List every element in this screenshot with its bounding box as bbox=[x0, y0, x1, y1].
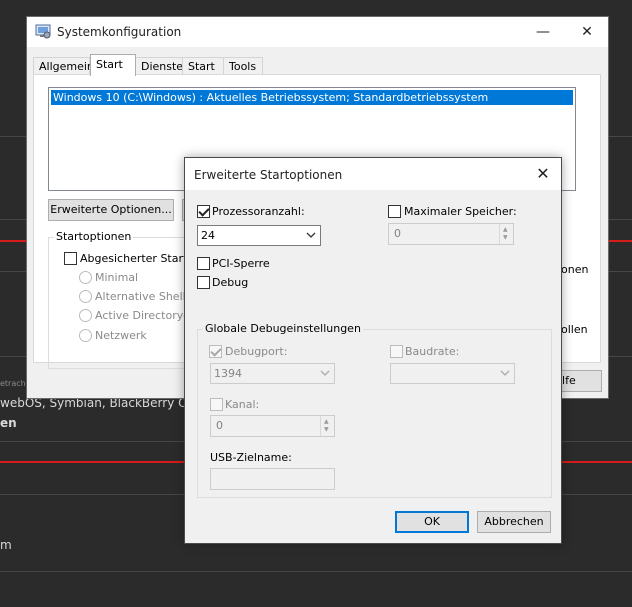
spin-down-icon: ▼ bbox=[324, 426, 329, 433]
pci-lock-checkbox[interactable] bbox=[197, 257, 210, 270]
processor-count-label: Prozessoranzahl: bbox=[212, 205, 305, 218]
processor-count-value: 24 bbox=[201, 229, 215, 242]
chevron-down-icon bbox=[500, 370, 510, 376]
advanced-options-button[interactable]: Erweiterte Optionen... bbox=[48, 199, 174, 221]
baud-rate-checkbox[interactable] bbox=[390, 345, 403, 358]
tab-startup[interactable]: Start bbox=[182, 57, 224, 75]
window-title: Systemkonfiguration bbox=[57, 25, 182, 39]
debug-port-checkbox[interactable] bbox=[209, 345, 222, 358]
debug-port-value: 1394 bbox=[214, 367, 242, 380]
title-bar: Systemkonfiguration — ✕ bbox=[27, 17, 608, 47]
tab-tools[interactable]: Tools bbox=[223, 57, 263, 75]
debug-checkbox[interactable] bbox=[197, 276, 210, 289]
debug-label: Debug bbox=[212, 276, 249, 289]
spin-up-icon: ▲ bbox=[503, 226, 508, 233]
baud-rate-select[interactable] bbox=[390, 363, 515, 384]
start-options-group: Startoptionen Abgesicherter Start Minima… bbox=[48, 230, 201, 369]
minimize-button[interactable]: — bbox=[521, 17, 565, 47]
max-memory-checkbox[interactable] bbox=[388, 205, 401, 218]
channel-spin-buttons[interactable]: ▲ ▼ bbox=[320, 416, 334, 436]
debug-settings-group: Globale Debugeinstellungen Debugport: 13… bbox=[197, 322, 552, 498]
processor-count-select[interactable]: 24 bbox=[197, 225, 321, 246]
safe-boot-checkbox[interactable] bbox=[64, 252, 77, 265]
channel-value: 0 bbox=[216, 419, 223, 432]
os-list-item[interactable]: Windows 10 (C:\Windows) : Aktuelles Betr… bbox=[51, 90, 573, 105]
advanced-boot-options-dialog: Erweiterte Startoptionen ✕ Prozessoranza… bbox=[184, 157, 562, 544]
pci-lock-label: PCI-Sperre bbox=[212, 257, 270, 270]
channel-spinner[interactable]: 0 ▲ ▼ bbox=[210, 415, 335, 437]
max-memory-label: Maximaler Speicher: bbox=[404, 205, 517, 218]
max-memory-spin-buttons[interactable]: ▲ ▼ bbox=[499, 224, 513, 244]
background-snippet-bold: en bbox=[0, 416, 17, 430]
baud-rate-label: Baudrate: bbox=[405, 345, 460, 358]
radio-active-directory[interactable] bbox=[79, 309, 92, 322]
radio-minimal-label: Minimal bbox=[95, 271, 139, 284]
cancel-button[interactable]: Abbrechen bbox=[477, 511, 551, 533]
safe-boot-label: Abgesicherter Start bbox=[80, 252, 188, 265]
spin-down-icon: ▼ bbox=[503, 234, 508, 241]
channel-label: Kanal: bbox=[225, 398, 260, 411]
radio-alternative-shell-label: Alternative Shell bbox=[95, 290, 186, 303]
msconfig-icon bbox=[35, 24, 51, 39]
processor-count-checkbox[interactable] bbox=[197, 205, 210, 218]
partial-label-ollen: ollen bbox=[561, 323, 588, 336]
usb-target-input[interactable] bbox=[210, 468, 335, 490]
ok-button[interactable]: OK bbox=[395, 511, 469, 533]
tab-services[interactable]: Dienste bbox=[135, 57, 183, 75]
dialog-title-bar: Erweiterte Startoptionen ✕ bbox=[185, 158, 561, 190]
channel-checkbox[interactable] bbox=[210, 398, 223, 411]
chevron-down-icon bbox=[320, 370, 330, 376]
debug-port-select[interactable]: 1394 bbox=[210, 363, 335, 384]
max-memory-spinner[interactable]: 0 ▲ ▼ bbox=[388, 223, 514, 245]
max-memory-value: 0 bbox=[394, 227, 401, 240]
chevron-down-icon bbox=[306, 232, 316, 238]
dialog-title: Erweiterte Startoptionen bbox=[194, 168, 343, 182]
radio-network[interactable] bbox=[79, 329, 92, 342]
spin-up-icon: ▲ bbox=[324, 418, 329, 425]
tab-boot[interactable]: Start bbox=[90, 54, 136, 76]
divider bbox=[0, 571, 632, 572]
debug-settings-title: Globale Debugeinstellungen bbox=[203, 322, 363, 335]
usb-target-label: USB-Zielname: bbox=[210, 451, 292, 464]
tab-general[interactable]: Allgemein bbox=[33, 57, 94, 75]
background-snippet-m: m bbox=[0, 538, 12, 552]
radio-minimal[interactable] bbox=[79, 271, 92, 284]
close-button[interactable]: ✕ bbox=[565, 17, 609, 47]
debug-port-label: Debugport: bbox=[225, 345, 288, 358]
background-snippet-small: etrach bbox=[0, 379, 26, 388]
partial-label-onen: onen bbox=[561, 263, 589, 276]
start-options-title: Startoptionen bbox=[54, 230, 134, 243]
radio-alternative-shell[interactable] bbox=[79, 290, 92, 303]
radio-network-label: Netzwerk bbox=[95, 329, 147, 342]
dialog-close-button[interactable]: ✕ bbox=[525, 158, 561, 190]
